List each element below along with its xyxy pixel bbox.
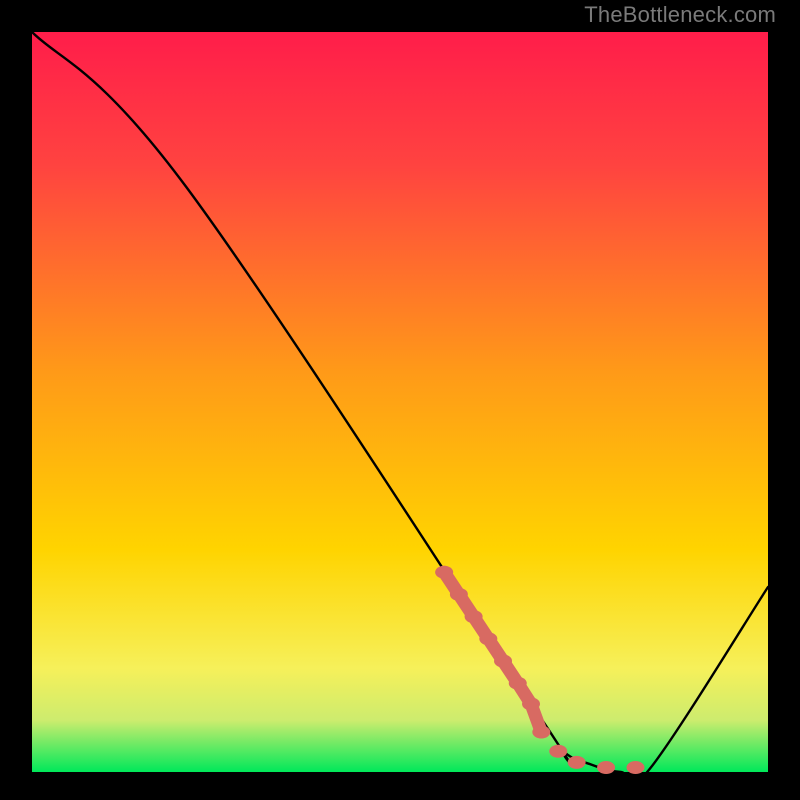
marker-dot: [522, 697, 540, 710]
marker-dot: [479, 632, 497, 645]
marker-dot: [509, 677, 527, 690]
marker-dot: [568, 756, 586, 769]
marker-dot: [627, 761, 645, 774]
chart-svg: [0, 0, 800, 800]
marker-dot: [532, 726, 550, 739]
marker-dot: [465, 610, 483, 623]
watermark-text: TheBottleneck.com: [584, 2, 776, 28]
marker-dot: [549, 745, 567, 758]
marker-dot: [597, 761, 615, 774]
chart-container: { "watermark": "TheBottleneck.com", "cha…: [0, 0, 800, 800]
marker-dot: [494, 655, 512, 668]
marker-dot: [435, 566, 453, 579]
plot-area: [32, 32, 768, 772]
marker-dot: [450, 588, 468, 601]
